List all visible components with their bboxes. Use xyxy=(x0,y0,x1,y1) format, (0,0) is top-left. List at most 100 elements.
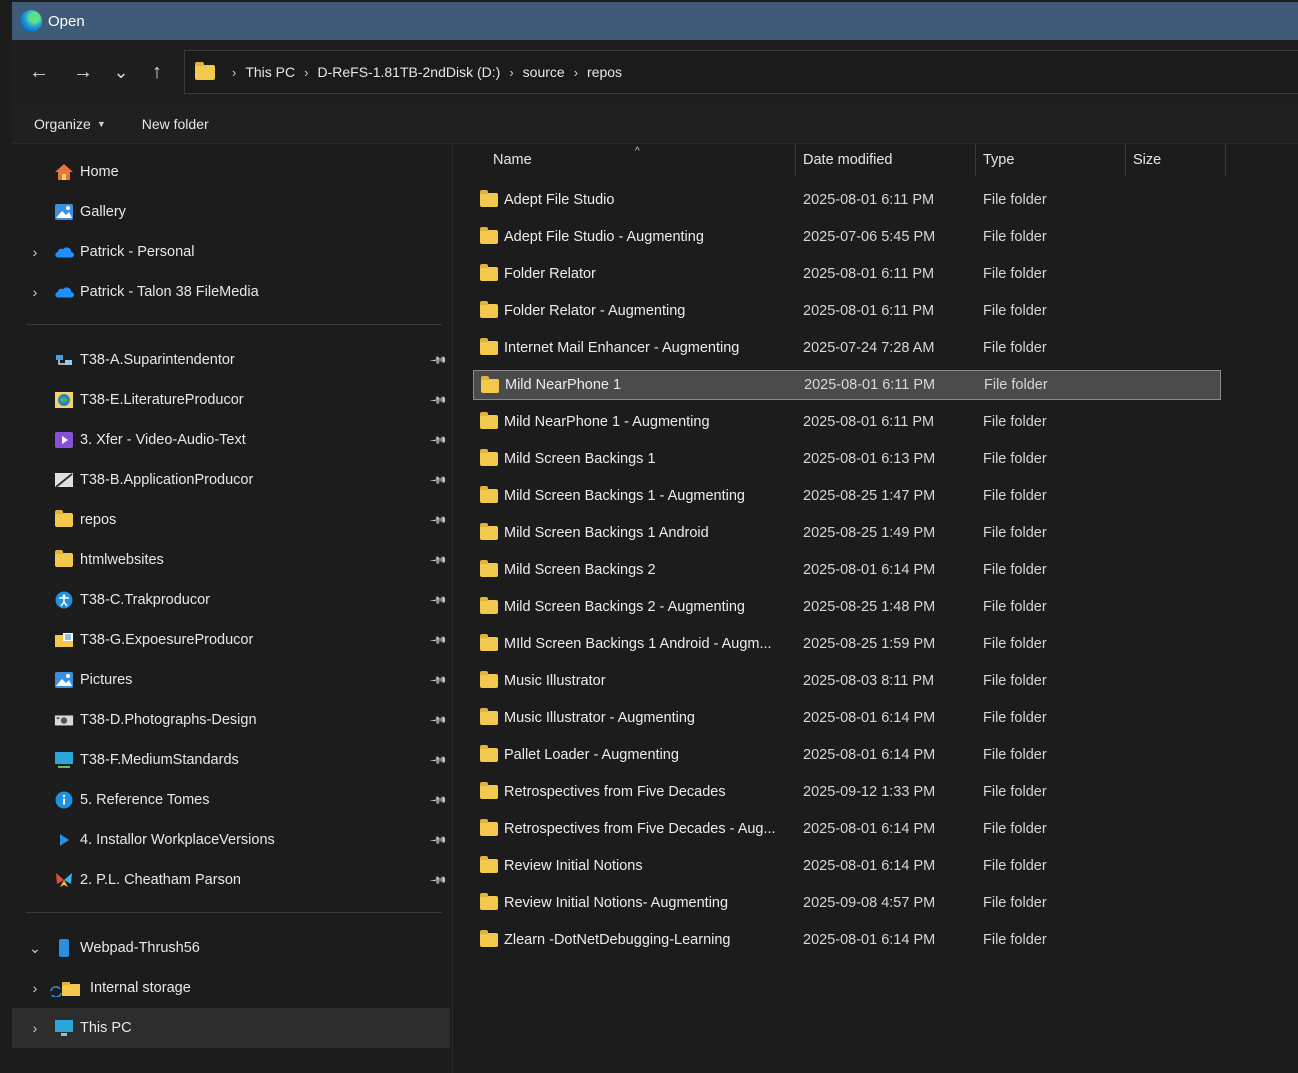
up-button[interactable]: ↑ xyxy=(142,58,172,86)
file-row[interactable]: Mild Screen Backings 2 - Augmenting 2025-… xyxy=(473,592,1221,622)
file-name: MIld Screen Backings 1 Android - Augm... xyxy=(504,636,772,652)
sidebar-item-home[interactable]: Home xyxy=(12,152,450,192)
pin-icon[interactable]: 📌 xyxy=(429,871,448,889)
quick-access-item-5-reference-tomes[interactable]: 5. Reference Tomes 📌 xyxy=(12,780,450,820)
pin-icon[interactable]: 📌 xyxy=(429,591,448,609)
column-header-size[interactable]: Size xyxy=(1133,144,1223,176)
sidebar-item-patrick-personal[interactable]: › Patrick - Personal xyxy=(12,232,450,272)
quick-access-item-pictures[interactable]: Pictures 📌 xyxy=(12,660,450,700)
sidebar-item-label: Patrick - Talon 38 FileMedia xyxy=(80,284,259,300)
file-row[interactable]: Retrospectives from Five Decades 2025-09-… xyxy=(473,777,1221,807)
folder-icon xyxy=(54,550,74,570)
breadcrumb-separator-icon[interactable]: › xyxy=(232,65,236,80)
sidebar-item-webpad-thrush56[interactable]: ⌄ Webpad-Thrush56 xyxy=(12,928,450,968)
forward-button[interactable]: → xyxy=(68,58,98,86)
sidebar-item-this-pc[interactable]: › This PC xyxy=(12,1008,450,1048)
file-name: Mild Screen Backings 2 xyxy=(504,562,656,578)
file-row[interactable]: Pallet Loader - Augmenting 2025-08-01 6:1… xyxy=(473,740,1221,770)
pin-icon[interactable]: 📌 xyxy=(429,551,448,569)
chevron-right-icon[interactable]: › xyxy=(28,980,42,996)
chevron-right-icon[interactable]: › xyxy=(28,1020,42,1036)
quick-access-item-t38-d-photographs-design[interactable]: T38-D.Photographs-Design 📌 xyxy=(12,700,450,740)
recent-locations-button[interactable]: ⌄ xyxy=(106,58,136,86)
pin-icon[interactable]: 📌 xyxy=(429,711,448,729)
quick-access-item-3-xfer-video-audio-text[interactable]: 3. Xfer - Video-Audio-Text 📌 xyxy=(12,420,450,460)
file-row[interactable]: Review Initial Notions- Augmenting 2025-0… xyxy=(473,888,1221,918)
chevron-down-icon[interactable]: ⌄ xyxy=(28,940,42,957)
file-row[interactable]: Mild Screen Backings 1 - Augmenting 2025-… xyxy=(473,481,1221,511)
back-button[interactable]: ← xyxy=(24,58,54,86)
file-list[interactable]: Name ^ Date modified Type Size Adept Fil… xyxy=(453,144,1298,1073)
sidebar-item-patrick-talon-38-filemedia[interactable]: › Patrick - Talon 38 FileMedia xyxy=(12,272,450,312)
sidebar-divider xyxy=(26,324,442,325)
column-header-date[interactable]: Date modified xyxy=(803,144,973,176)
column-separator[interactable] xyxy=(1225,144,1226,176)
file-row[interactable]: Music Illustrator 2025-08-03 8:11 PM File … xyxy=(473,666,1221,696)
breadcrumb-separator-icon[interactable]: › xyxy=(304,65,308,80)
file-row[interactable]: Adept File Studio - Augmenting 2025-07-06… xyxy=(473,222,1221,252)
chevron-right-icon[interactable]: › xyxy=(28,284,42,300)
file-date-modified: 2025-08-03 8:11 PM xyxy=(803,673,935,689)
column-header-size-label: Size xyxy=(1133,152,1162,168)
pin-icon[interactable]: 📌 xyxy=(429,631,448,649)
chevron-right-icon[interactable]: › xyxy=(28,244,42,260)
file-row[interactable]: Music Illustrator - Augmenting 2025-08-01… xyxy=(473,703,1221,733)
quick-access-item-t38-a-suparintendentor[interactable]: T38-A.Suparintendentor 📌 xyxy=(12,340,450,380)
pin-icon[interactable]: 📌 xyxy=(429,831,448,849)
file-row[interactable]: Mild Screen Backings 2 2025-08-01 6:14 PM… xyxy=(473,555,1221,585)
breadcrumb-drive[interactable]: D-ReFS-1.81TB-2ndDisk (D:) xyxy=(317,64,500,80)
file-row[interactable]: MIld Screen Backings 1 Android - Augm...… xyxy=(473,629,1221,659)
quick-access-item-htmlwebsites[interactable]: htmlwebsites 📌 xyxy=(12,540,450,580)
pin-icon[interactable]: 📌 xyxy=(429,671,448,689)
file-name: Review Initial Notions xyxy=(504,858,643,874)
file-row[interactable]: Retrospectives from Five Decades - Aug..… xyxy=(473,814,1221,844)
file-row[interactable]: Review Initial Notions 2025-08-01 6:14 PM… xyxy=(473,851,1221,881)
quick-access-item-4-installor-workplaceversions[interactable]: 4. Installor WorkplaceVersions 📌 xyxy=(12,820,450,860)
file-row[interactable]: Mild NearPhone 1 2025-08-01 6:11 PM File f… xyxy=(473,370,1221,400)
pin-icon[interactable]: 📌 xyxy=(429,791,448,809)
butterfly-icon xyxy=(54,870,74,890)
pin-icon[interactable]: 📌 xyxy=(429,751,448,769)
file-row[interactable]: Internet Mail Enhancer - Augmenting 2025-… xyxy=(473,333,1221,363)
column-header-name[interactable]: Name xyxy=(493,144,793,176)
folder-icon xyxy=(480,412,498,429)
sidebar-item-internal-storage[interactable]: › Internal storage xyxy=(12,968,450,1008)
column-header-date-label: Date modified xyxy=(803,152,893,168)
pin-icon[interactable]: 📌 xyxy=(429,391,448,409)
new-folder-button[interactable]: New folder xyxy=(142,116,209,132)
pin-icon[interactable]: 📌 xyxy=(429,431,448,449)
sidebar-item-gallery[interactable]: Gallery xyxy=(12,192,450,232)
file-row[interactable]: Zlearn -DotNetDebugging-Learning 2025-08-… xyxy=(473,925,1221,955)
pin-icon[interactable]: 📌 xyxy=(429,351,448,369)
pin-icon[interactable]: 📌 xyxy=(429,511,448,529)
address-bar[interactable]: › This PC › D-ReFS-1.81TB-2ndDisk (D:) ›… xyxy=(184,50,1298,94)
quick-access-item-t38-f-mediumstandards[interactable]: T38-F.MediumStandards 📌 xyxy=(12,740,450,780)
navigation-pane[interactable]: Home Gallery › Patrick - Personal › Patrick -… xyxy=(12,144,452,1073)
file-row[interactable]: Adept File Studio 2025-08-01 6:11 PM File … xyxy=(473,185,1221,215)
quick-access-item-t38-c-trakproducor[interactable]: T38-C.Trakproducor 📌 xyxy=(12,580,450,620)
organize-button[interactable]: Organize ▼ xyxy=(34,116,106,132)
quick-access-item-t38-g-expoesureproducor[interactable]: T38-G.ExpoesureProducor 📌 xyxy=(12,620,450,660)
breadcrumb-repos[interactable]: repos xyxy=(587,64,622,80)
breadcrumb-separator-icon[interactable]: › xyxy=(509,65,513,80)
file-row[interactable]: Folder Relator - Augmenting 2025-08-01 6:… xyxy=(473,296,1221,326)
column-separator[interactable] xyxy=(1125,144,1126,176)
file-row[interactable]: Folder Relator 2025-08-01 6:11 PM File fol… xyxy=(473,259,1221,289)
quick-access-item-t38-b-applicationproducor[interactable]: T38-B.ApplicationProducor 📌 xyxy=(12,460,450,500)
column-header-type[interactable]: Type xyxy=(983,144,1123,176)
pin-icon[interactable]: 📌 xyxy=(429,471,448,489)
file-row[interactable]: Mild NearPhone 1 - Augmenting 2025-08-01 … xyxy=(473,407,1221,437)
quick-access-item-repos[interactable]: repos 📌 xyxy=(12,500,450,540)
column-separator[interactable] xyxy=(795,144,796,176)
quick-access-item-2-p-l-cheatham-parson[interactable]: 2. P.L. Cheatham Parson 📌 xyxy=(12,860,450,900)
folder-icon xyxy=(480,190,498,207)
column-separator[interactable] xyxy=(975,144,976,176)
breadcrumb-separator-icon[interactable]: › xyxy=(574,65,578,80)
file-row[interactable]: Mild Screen Backings 1 Android 2025-08-25… xyxy=(473,518,1221,548)
breadcrumb-this-pc[interactable]: This PC xyxy=(245,64,295,80)
file-name: Review Initial Notions- Augmenting xyxy=(504,895,729,911)
breadcrumb-source[interactable]: source xyxy=(523,64,565,80)
file-type: File folder xyxy=(983,821,1047,837)
quick-access-item-t38-e-literatureproducor[interactable]: T38-E.LiteratureProducor 📌 xyxy=(12,380,450,420)
file-row[interactable]: Mild Screen Backings 1 2025-08-01 6:13 PM… xyxy=(473,444,1221,474)
